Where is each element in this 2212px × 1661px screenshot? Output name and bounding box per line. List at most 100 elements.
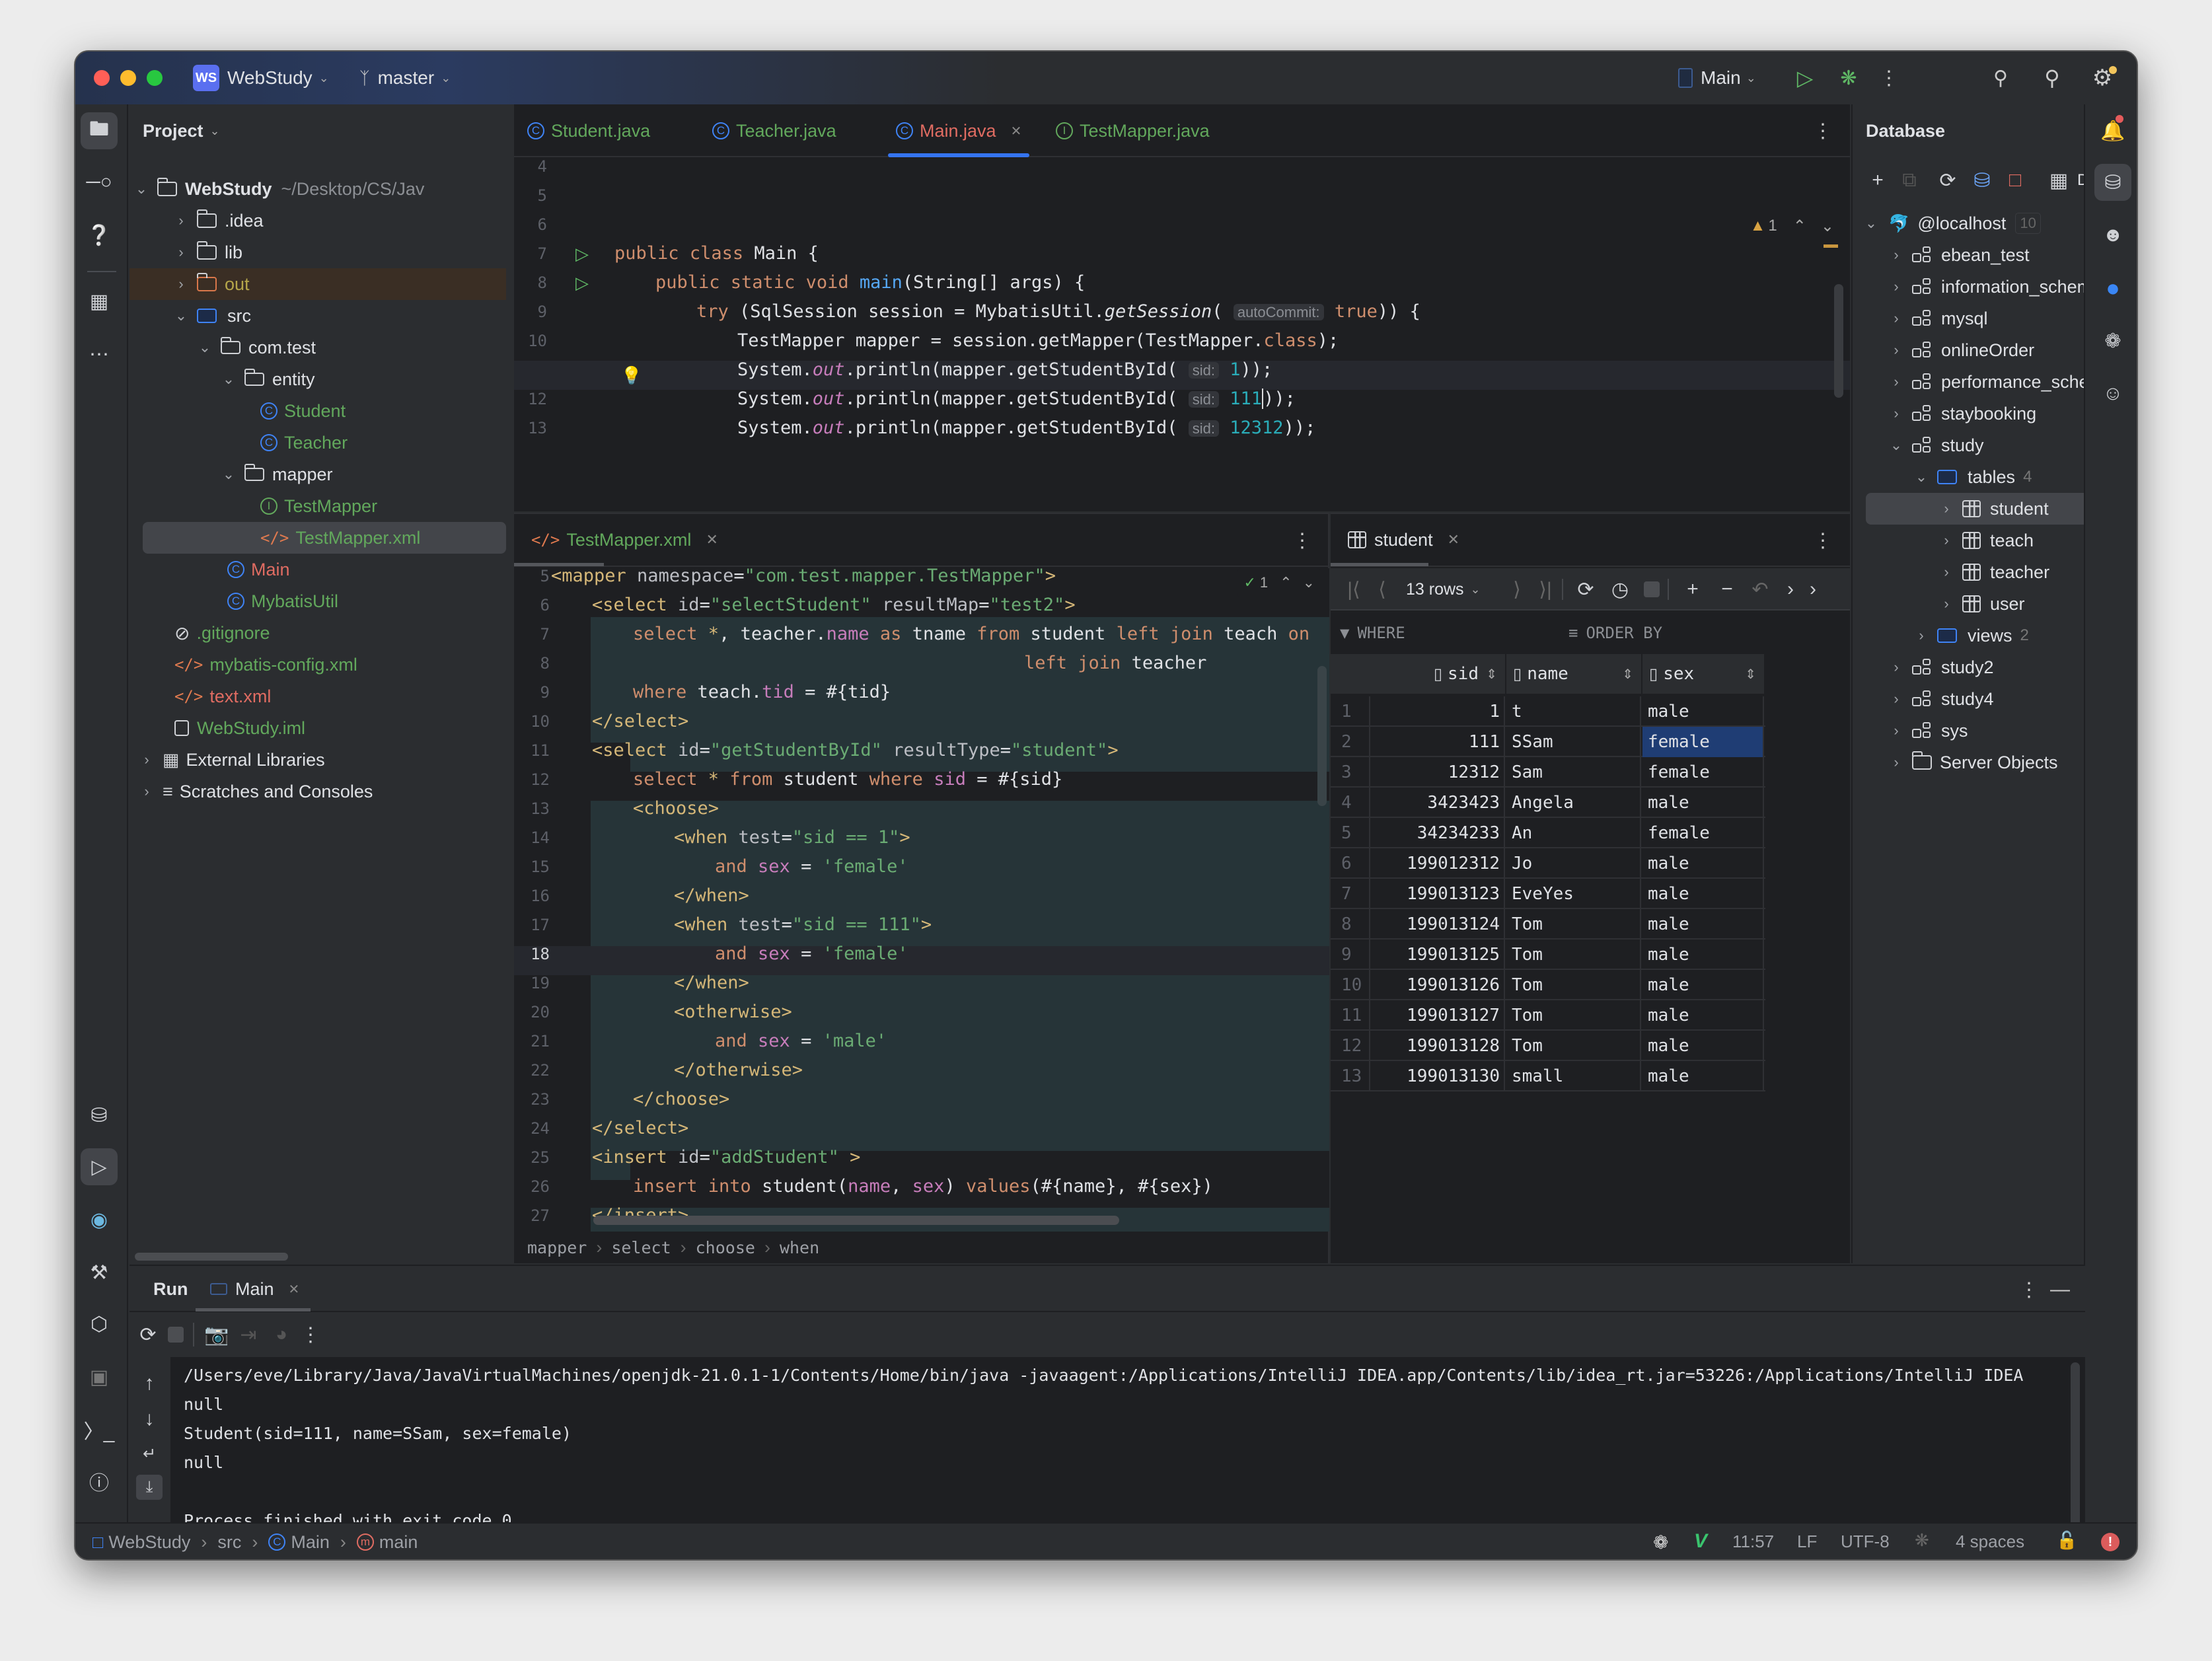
tables-folder[interactable]: ⌄ tables 4 [1915, 461, 2032, 493]
refresh-icon[interactable]: ⟳ [1935, 165, 1961, 196]
soft-wrap-icon[interactable]: ↵ [137, 1440, 161, 1467]
where-filter-field[interactable]: ▼ WHERE [1340, 613, 1571, 653]
table-item[interactable]: › teach [1940, 525, 2034, 556]
chevron-down-icon[interactable]: ⌄ [198, 339, 211, 356]
sort-arrows-icon[interactable]: ⇕ [1745, 666, 1756, 683]
revert-icon[interactable]: ↶ [1748, 575, 1772, 604]
cell-sid[interactable]: 199013123 [1372, 879, 1505, 909]
project-tree-item[interactable]: ⌄ entity [222, 363, 315, 395]
project-tree-item[interactable]: C Main [227, 554, 290, 585]
disconnect-icon[interactable]: □ [2002, 165, 2028, 196]
cell-sex[interactable]: male [1642, 909, 1764, 940]
run-gutter-icon[interactable]: ▷ [572, 239, 592, 268]
editor-tab[interactable]: I TestMapper.java [1056, 104, 1210, 157]
cell-sex[interactable]: male [1642, 1031, 1764, 1061]
chevron-right-icon[interactable]: › [1890, 754, 1903, 771]
run-tab-main[interactable]: Main ✕ [210, 1275, 299, 1303]
xml-hscrollbar[interactable] [593, 1216, 1119, 1225]
chevron-right-icon[interactable]: › [1890, 310, 1903, 327]
chevron-down-icon[interactable]: ⌄ [135, 180, 148, 198]
project-switcher[interactable]: WS WebStudy ⌄ [193, 65, 329, 91]
prev-page-icon[interactable]: ⟨ [1374, 575, 1390, 604]
chevron-down-icon[interactable]: ⌄ [174, 307, 188, 324]
chevron-right-icon[interactable]: › [1890, 690, 1903, 708]
chatgpt-icon[interactable]: ❁ [2094, 322, 2131, 359]
chevron-right-icon[interactable]: › [140, 783, 153, 800]
cell-sid[interactable]: 3423423 [1372, 788, 1505, 818]
chat-bubble-icon[interactable]: ● [2094, 270, 2131, 307]
close-tab-icon[interactable]: ✕ [1448, 531, 1459, 548]
server-objects-item[interactable]: › Server Objects [1890, 747, 2058, 778]
run-tool-icon[interactable]: ▷ [81, 1148, 118, 1185]
terminal-icon[interactable]: 〉_ [81, 1411, 118, 1448]
first-page-icon[interactable]: |⟨ [1344, 575, 1364, 604]
project-tree-item[interactable]: › ≡ Scratches and Consoles [140, 776, 373, 807]
scroll-down-icon[interactable]: ↓ [137, 1406, 161, 1432]
more-actions-icon[interactable]: ⋮ [1879, 65, 1899, 91]
schema-item[interactable]: › ebean_test [1890, 239, 2029, 271]
cursor-position[interactable]: 11:57 [1732, 1532, 1774, 1552]
close-tab-icon[interactable]: ✕ [1011, 123, 1022, 139]
cell-sid[interactable]: 111 [1372, 727, 1505, 757]
cell-name[interactable]: Jo [1506, 848, 1641, 879]
column-header-name[interactable]: ▯ name ⇕ [1506, 654, 1641, 694]
delete-row-icon[interactable]: − [1715, 575, 1739, 604]
breadcrumb-item[interactable]: choose [696, 1238, 755, 1257]
project-tree-item[interactable]: ⌄ com.test [198, 332, 316, 363]
ai-assistant-icon[interactable]: ❁ [1653, 1532, 1668, 1553]
run-options-icon[interactable]: ⋮ [2019, 1276, 2039, 1303]
previous-issue-icon[interactable]: ⌃ [1280, 574, 1292, 591]
order-by-field[interactable]: ≡ ORDER BY [1568, 613, 1833, 653]
schema-item[interactable]: › performance_schema [1890, 366, 2114, 398]
xml-inspection-widget[interactable]: ✓ 1 ⌃ ⌄ [1237, 568, 1321, 597]
cell-name[interactable]: SSam [1506, 727, 1641, 757]
project-tree-item[interactable]: C MybatisUtil [227, 585, 338, 617]
ai-help-icon[interactable]: ❔ [81, 217, 118, 254]
table-view-icon[interactable]: ▦ [2046, 165, 2072, 196]
schema-item[interactable]: › information_schema [1890, 271, 2102, 303]
schema-item[interactable]: › study2 [1890, 651, 1993, 683]
services-icon[interactable]: ⬡ [81, 1306, 118, 1343]
cell-name[interactable]: Tom [1506, 940, 1641, 970]
chevron-right-icon[interactable]: › [1915, 627, 1928, 644]
cell-name[interactable]: An [1506, 818, 1641, 848]
more-toolbar-icon[interactable]: › [1805, 575, 1821, 604]
scroll-to-end-icon[interactable]: ⤓ [136, 1475, 163, 1500]
schema-item[interactable]: › onlineOrder [1890, 334, 2034, 366]
build-hammer-icon[interactable]: ⚒ [81, 1254, 118, 1291]
vuejs-plugin-icon[interactable]: V [1694, 1530, 1707, 1553]
project-tool-folder-icon[interactable]: 🖿 [81, 112, 118, 149]
last-page-icon[interactable]: ⟩| [1535, 575, 1555, 604]
rerun-icon[interactable]: ⟳ [135, 1320, 161, 1349]
editor-tab[interactable]: C Main.java ✕ [888, 104, 1030, 157]
project-tree-item[interactable]: › ▦ External Libraries [140, 744, 324, 776]
next-page-icon[interactable]: ⟩ [1509, 575, 1525, 604]
submit-icon[interactable]: › [1783, 575, 1798, 604]
project-tree-item[interactable]: › lib [174, 237, 242, 268]
project-tree-item[interactable]: › .idea [174, 205, 264, 237]
stop-icon[interactable] [1644, 581, 1660, 597]
datasource-properties-icon[interactable]: ⛁ [1969, 165, 1995, 196]
refresh-icon[interactable]: ⟳ [1574, 575, 1598, 604]
project-tree-item[interactable]: ⌄ mapper [222, 459, 333, 490]
export-icon[interactable]: ⇥ [237, 1320, 260, 1349]
project-root[interactable]: ⌄ WebStudy ~/Desktop/CS/Jav [135, 173, 424, 205]
xml-vscrollbar[interactable] [1317, 666, 1327, 806]
cell-sex[interactable]: male [1642, 970, 1764, 1000]
minimize-window-button[interactable] [120, 70, 136, 86]
more-actions-icon[interactable]: ⋮ [301, 1320, 320, 1349]
indent-setting[interactable]: 4 spaces [1956, 1532, 2024, 1552]
camera-icon[interactable]: 📷 [203, 1320, 230, 1349]
more-tools-icon[interactable]: ⋯ [81, 336, 118, 373]
project-tree-item[interactable]: WebStudy.iml [174, 712, 305, 744]
cell-name[interactable]: Tom [1506, 909, 1641, 940]
project-hscrollbar[interactable] [135, 1253, 288, 1261]
cell-name[interactable]: Tom [1506, 970, 1641, 1000]
breadcrumb-item[interactable]: src [217, 1532, 241, 1553]
console-vscrollbar[interactable] [2071, 1362, 2080, 1534]
project-tree-item[interactable]: </> mybatis-config.xml [174, 649, 357, 681]
chevron-right-icon[interactable]: › [174, 212, 188, 229]
chevron-right-icon[interactable]: › [1940, 564, 1953, 581]
cell-sex[interactable]: female [1642, 818, 1764, 848]
chevron-right-icon[interactable]: › [1940, 532, 1953, 549]
